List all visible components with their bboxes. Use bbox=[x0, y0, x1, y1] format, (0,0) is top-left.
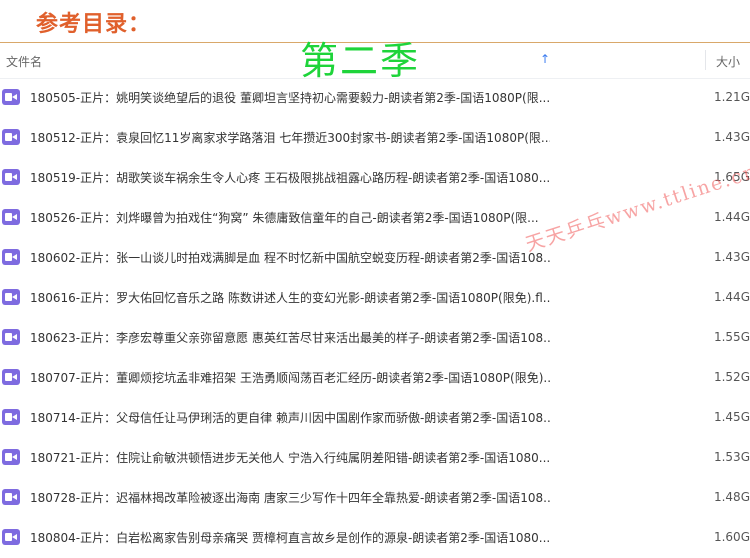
file-name[interactable]: 180714-正片：父母信任让马伊琍活的更自律 赖声川因中国剧作家而骄傲-朗读者… bbox=[30, 409, 550, 426]
file-name[interactable]: 180505-正片：姚明笑谈绝望后的退役 董卿坦言坚持初心需要毅力-朗读者第2季… bbox=[30, 89, 550, 106]
file-size: 1.43G bbox=[713, 250, 750, 264]
video-file-icon bbox=[2, 289, 20, 305]
file-list: 180505-正片：姚明笑谈绝望后的退役 董卿坦言坚持初心需要毅力-朗读者第2季… bbox=[0, 78, 750, 558]
file-size: 1.55G bbox=[713, 330, 750, 344]
season-overlay-text: 第二季 bbox=[300, 39, 421, 83]
sort-arrow-up-icon[interactable]: ↑ bbox=[540, 52, 550, 66]
file-size: 1.53G bbox=[713, 450, 750, 464]
file-name[interactable]: 180721-正片：住院让俞敏洪顿悟进步无关他人 宁浩入行纯属阴差阳错-朗读者第… bbox=[30, 449, 550, 466]
file-name[interactable]: 180804-正片：白岩松离家告别母亲痛哭 贾樟柯直言故乡是创作的源泉-朗读者第… bbox=[30, 529, 550, 546]
file-size: 1.44G bbox=[713, 210, 750, 224]
column-header-size[interactable]: 大小 bbox=[716, 53, 740, 70]
file-row[interactable]: 180602-正片：张一山谈儿时拍戏满脚是血 程不时忆新中国航空蜕变历程-朗读者… bbox=[0, 238, 750, 278]
file-row[interactable]: 180623-正片：李彦宏尊重父亲弥留意愿 惠英红苦尽甘来活出最美的样子-朗读者… bbox=[0, 318, 750, 358]
video-file-icon bbox=[2, 129, 20, 145]
file-name[interactable]: 180512-正片：袁泉回忆11岁离家求学路落泪 七年攒近300封家书-朗读者第… bbox=[30, 129, 550, 146]
file-size: 1.45G bbox=[713, 410, 750, 424]
file-row[interactable]: 180519-正片：胡歌笑谈车祸余生令人心疼 王石极限挑战祖露心路历程-朗读者第… bbox=[0, 158, 750, 198]
file-row[interactable]: 180714-正片：父母信任让马伊琍活的更自律 赖声川因中国剧作家而骄傲-朗读者… bbox=[0, 398, 750, 438]
file-row[interactable]: 180721-正片：住院让俞敏洪顿悟进步无关他人 宁浩入行纯属阴差阳错-朗读者第… bbox=[0, 438, 750, 478]
video-file-icon bbox=[2, 529, 20, 545]
file-size: 1.43G bbox=[713, 130, 750, 144]
file-row[interactable]: 180707-正片：董卿烦挖坑孟非难招架 王浩勇顺闯荡百老汇经历-朗读者第2季-… bbox=[0, 358, 750, 398]
video-file-icon bbox=[2, 89, 20, 105]
video-file-icon bbox=[2, 409, 20, 425]
video-file-icon bbox=[2, 369, 20, 385]
file-row[interactable]: 180616-正片：罗大佑回忆音乐之路 陈数讲述人生的变幻光影-朗读者第2季-国… bbox=[0, 278, 750, 318]
column-header-filename[interactable]: 文件名 bbox=[6, 53, 42, 70]
video-file-icon bbox=[2, 249, 20, 265]
video-file-icon bbox=[2, 449, 20, 465]
column-divider[interactable] bbox=[705, 50, 706, 70]
file-size: 1.21G bbox=[713, 90, 750, 104]
file-size: 1.44G bbox=[713, 290, 750, 304]
video-file-icon bbox=[2, 169, 20, 185]
file-size: 1.60G bbox=[713, 530, 750, 544]
file-name[interactable]: 180602-正片：张一山谈儿时拍戏满脚是血 程不时忆新中国航空蜕变历程-朗读者… bbox=[30, 249, 550, 266]
file-name[interactable]: 180519-正片：胡歌笑谈车祸余生令人心疼 王石极限挑战祖露心路历程-朗读者第… bbox=[30, 169, 550, 186]
file-name[interactable]: 180526-正片：刘烨曝曾为拍戏住“狗窝” 朱德庸致信童年的自己-朗读者第2季… bbox=[30, 209, 550, 226]
video-file-icon bbox=[2, 209, 20, 225]
file-size: 1.52G bbox=[713, 370, 750, 384]
file-name[interactable]: 180623-正片：李彦宏尊重父亲弥留意愿 惠英红苦尽甘来活出最美的样子-朗读者… bbox=[30, 329, 550, 346]
file-row[interactable]: 180728-正片：迟福林揭改革险被逐出海南 唐家三少写作十四年全靠热爱-朗读者… bbox=[0, 478, 750, 518]
file-name[interactable]: 180707-正片：董卿烦挖坑孟非难招架 王浩勇顺闯荡百老汇经历-朗读者第2季-… bbox=[30, 369, 550, 386]
file-row[interactable]: 180804-正片：白岩松离家告别母亲痛哭 贾樟柯直言故乡是创作的源泉-朗读者第… bbox=[0, 518, 750, 558]
video-file-icon bbox=[2, 489, 20, 505]
file-name[interactable]: 180728-正片：迟福林揭改革险被逐出海南 唐家三少写作十四年全靠热爱-朗读者… bbox=[30, 489, 550, 506]
file-size: 1.48G bbox=[713, 490, 750, 504]
video-file-icon bbox=[2, 329, 20, 345]
file-name[interactable]: 180616-正片：罗大佑回忆音乐之路 陈数讲述人生的变幻光影-朗读者第2季-国… bbox=[30, 289, 550, 306]
page-title: 参考目录： bbox=[36, 11, 152, 37]
file-row[interactable]: 180512-正片：袁泉回忆11岁离家求学路落泪 七年攒近300封家书-朗读者第… bbox=[0, 118, 750, 158]
